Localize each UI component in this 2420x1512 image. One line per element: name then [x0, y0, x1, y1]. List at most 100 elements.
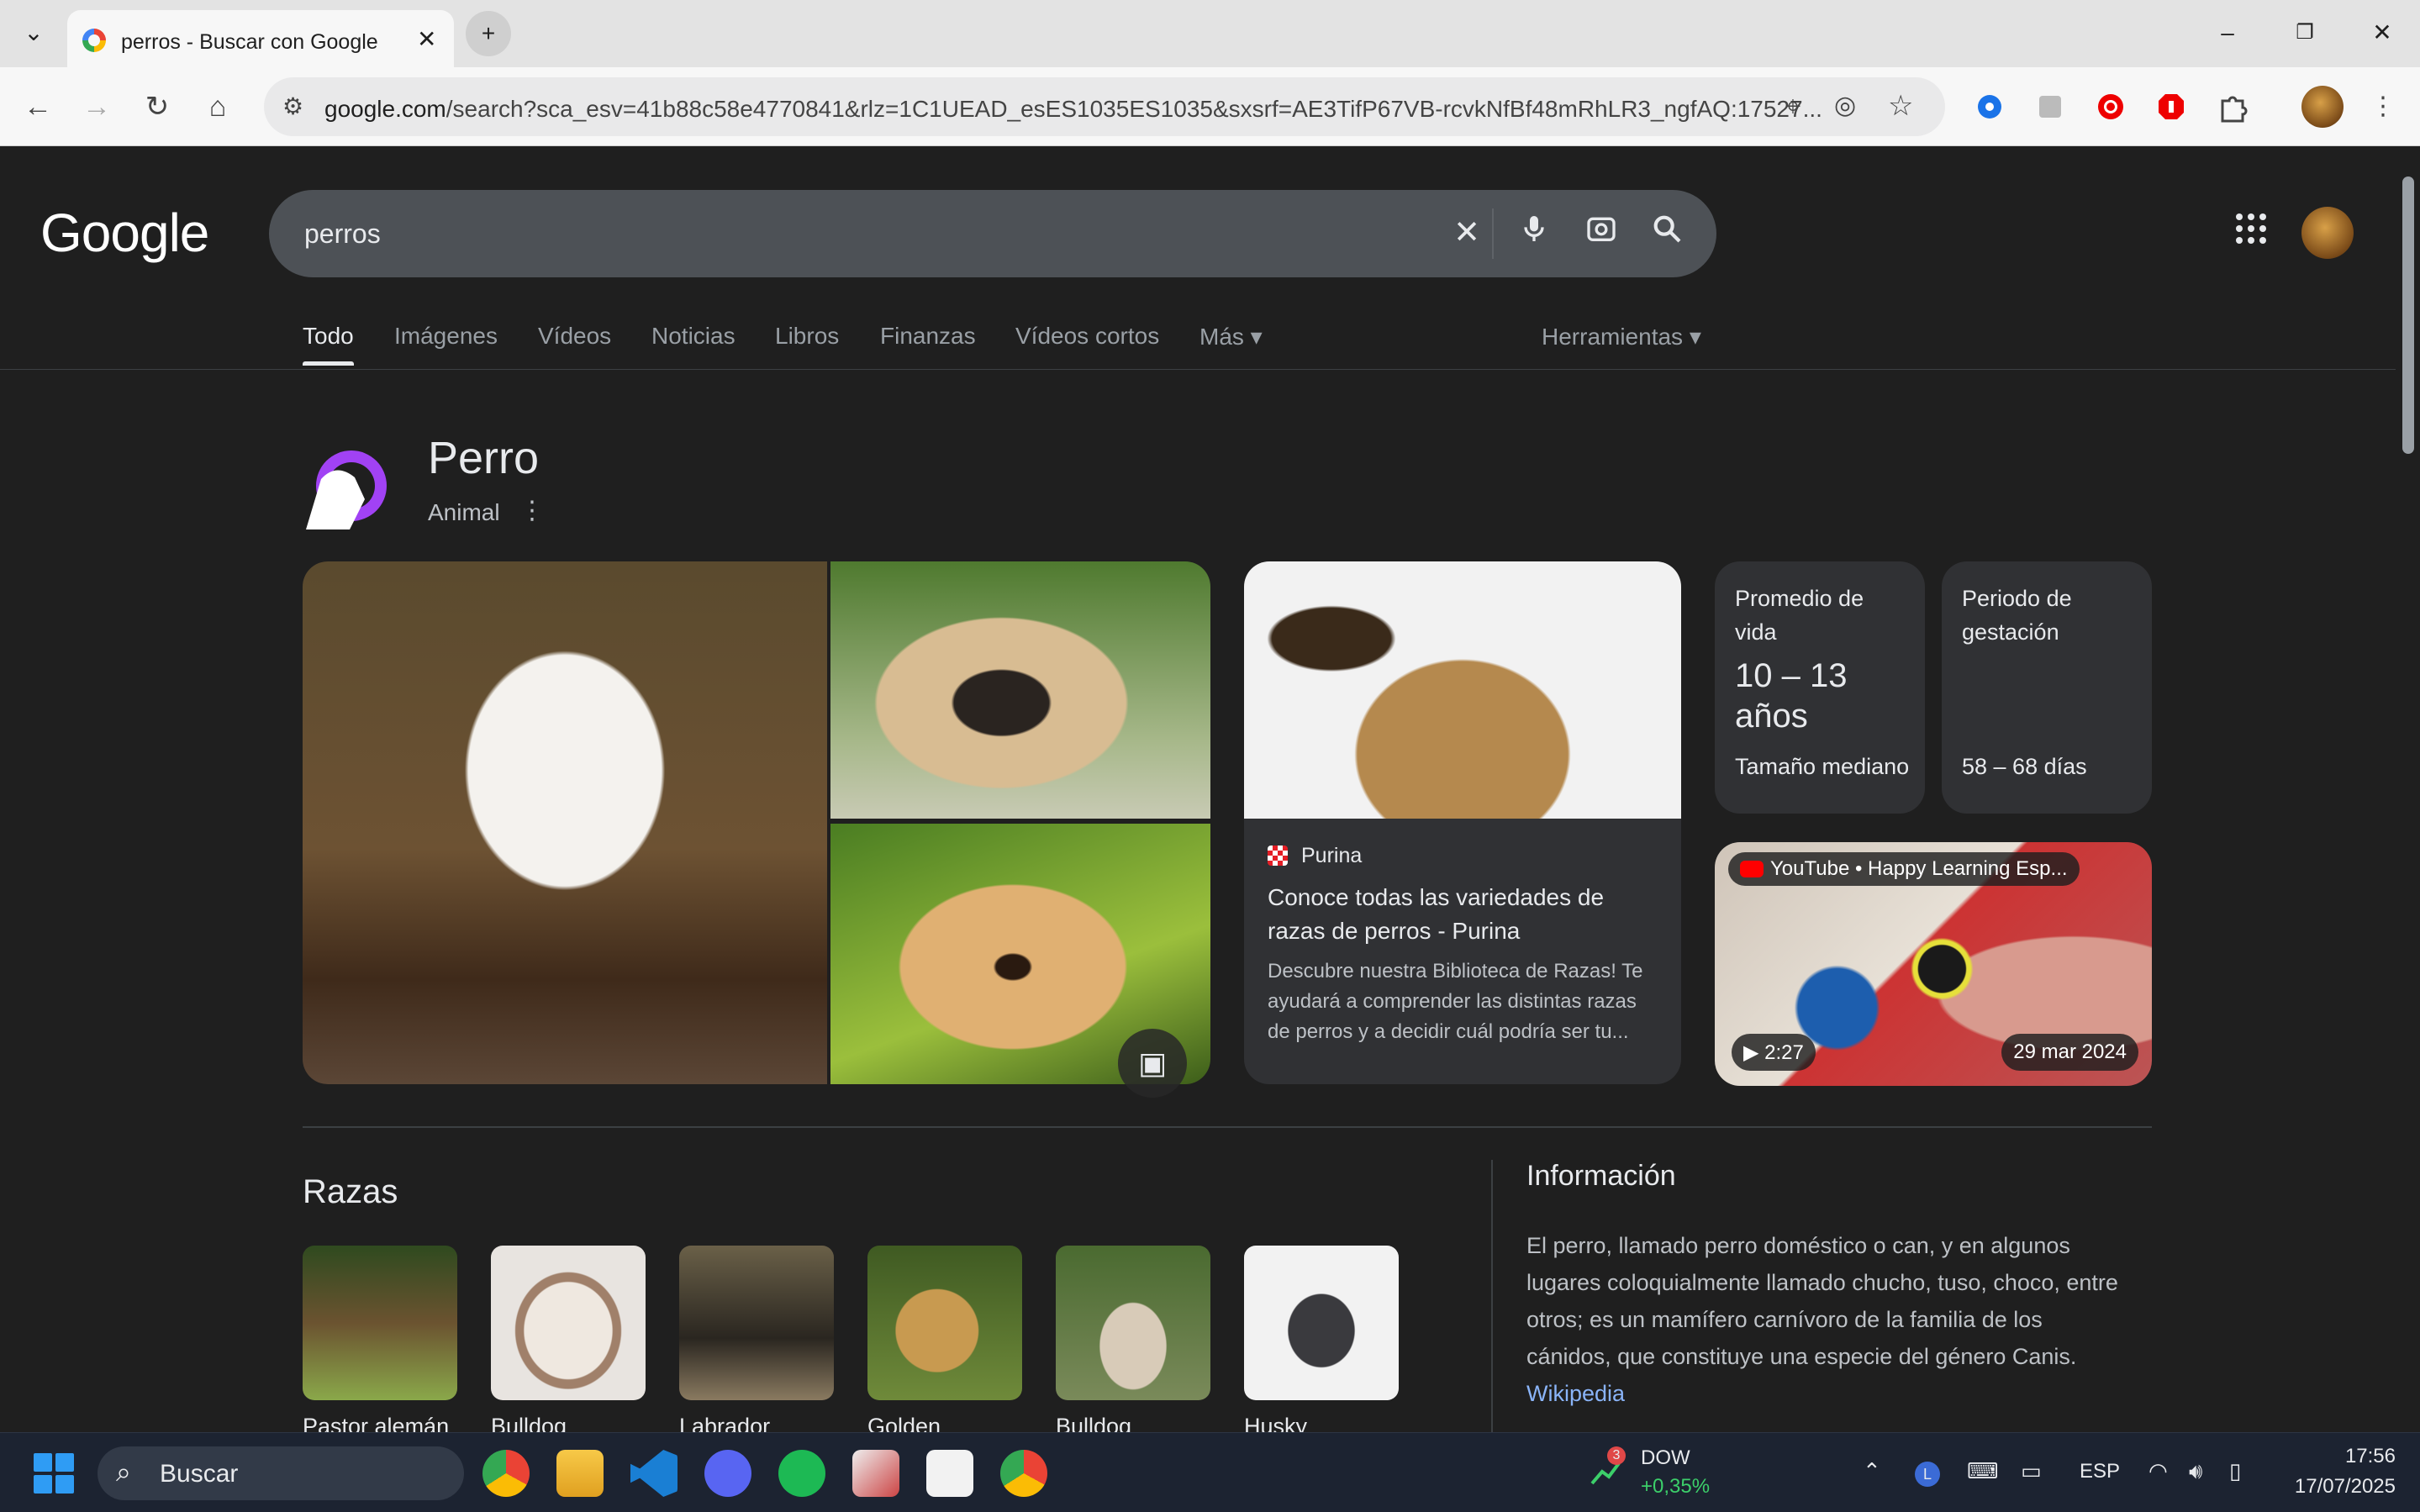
- windows-start-icon[interactable]: [34, 1453, 74, 1494]
- location-icon[interactable]: ⌖: [1785, 91, 1801, 123]
- profile-avatar[interactable]: [2301, 86, 2344, 128]
- stock-name[interactable]: DOW: [1641, 1446, 1690, 1470]
- breed-item[interactable]: Pastor alemán: [303, 1246, 457, 1432]
- scrollbar-thumb[interactable]: [2402, 176, 2414, 454]
- search-results-page: Google perros ✕ Todo Imágenes Vídeos Not…: [0, 146, 2396, 1432]
- tab-todo[interactable]: Todo: [303, 323, 354, 366]
- chrome-app-icon[interactable]: [482, 1450, 530, 1497]
- battery-icon[interactable]: ▯: [2229, 1458, 2241, 1484]
- tab-libros[interactable]: Libros: [775, 323, 839, 350]
- chrome-menu-icon[interactable]: ⋮: [2362, 86, 2404, 128]
- result-title[interactable]: Conoce todas las variedades de razas de …: [1268, 881, 1663, 948]
- extension-1-icon[interactable]: [1969, 86, 2011, 128]
- minimize-icon[interactable]: –: [2202, 12, 2253, 54]
- restore-icon[interactable]: ❐: [2280, 12, 2330, 54]
- animal-paw-icon: [303, 449, 390, 529]
- extension-2-icon[interactable]: [2029, 86, 2071, 128]
- file-explorer-icon[interactable]: [556, 1450, 604, 1497]
- breed-item[interactable]: Husky: [1244, 1246, 1399, 1432]
- forward-icon[interactable]: →: [76, 86, 118, 128]
- eye-off-icon[interactable]: ◎: [1834, 91, 1856, 120]
- fact-extra: Tamaño mediano: [1735, 754, 1910, 779]
- lens-search-icon[interactable]: [1580, 212, 1622, 254]
- show-hidden-icons-icon[interactable]: ⌃: [1863, 1458, 1881, 1484]
- search-input[interactable]: perros ✕: [269, 190, 1716, 277]
- language-bar-icon[interactable]: L: [1915, 1462, 1940, 1487]
- fact-value: 10 – 13 años: [1735, 657, 1848, 735]
- voice-search-icon[interactable]: [1513, 212, 1555, 254]
- snipping-tool-icon[interactable]: [852, 1450, 899, 1497]
- google-apps-icon[interactable]: [2236, 213, 2273, 250]
- video-source: YouTube • Happy Learning Esp...: [1728, 852, 2080, 886]
- address-bar[interactable]: ⚙ google.com/search?sca_esv=41b88c58e477…: [264, 77, 1945, 136]
- chrome-profile-icon[interactable]: [1000, 1450, 1047, 1497]
- pug-photo[interactable]: [830, 561, 1210, 819]
- video-duration: ▶ 2:27: [1732, 1034, 1816, 1071]
- page-scrollbar[interactable]: [2396, 146, 2420, 1432]
- wikipedia-link[interactable]: Wikipedia: [1526, 1381, 1625, 1406]
- view-images-icon[interactable]: ▣: [1118, 1029, 1187, 1098]
- tab-search-chevron-icon[interactable]: ⌄: [8, 12, 59, 54]
- breed-name: Bulldog: [1056, 1414, 1132, 1432]
- breed-name: Bulldog: [491, 1414, 567, 1432]
- extension-record-icon[interactable]: [2090, 86, 2132, 128]
- breed-thumbnail: [679, 1246, 834, 1400]
- extension-adblock-icon[interactable]: [2150, 86, 2192, 128]
- keyboard-icon[interactable]: ⌨: [1967, 1458, 1999, 1484]
- purina-favicon-icon: [1268, 846, 1288, 866]
- fact-label: Periodo de gestación: [1962, 586, 2072, 645]
- search-icon[interactable]: [1646, 212, 1688, 254]
- breed-item[interactable]: Labrador: [679, 1246, 834, 1432]
- browser-tab-active[interactable]: perros - Buscar con Google ✕: [67, 10, 454, 67]
- url-text: google.com/search?sca_esv=41b88c58e47708…: [324, 96, 1822, 122]
- breed-item[interactable]: Bulldog: [1056, 1246, 1210, 1432]
- tab-videos[interactable]: Vídeos: [538, 323, 611, 350]
- clock-date[interactable]: 17/07/2025: [2278, 1475, 2396, 1499]
- close-tab-icon[interactable]: ✕: [417, 25, 436, 53]
- wifi-icon[interactable]: ◠: [2148, 1458, 2168, 1484]
- tab-title: perros - Buscar con Google: [121, 30, 378, 54]
- extensions-puzzle-icon[interactable]: [2211, 86, 2253, 128]
- vscode-icon[interactable]: [630, 1450, 677, 1497]
- tab-mas[interactable]: Más ▾: [1199, 323, 1263, 350]
- breed-name: Husky: [1244, 1414, 1308, 1432]
- back-icon[interactable]: ←: [17, 86, 59, 128]
- chihuahua-photo[interactable]: [303, 561, 827, 1084]
- tab-finanzas[interactable]: Finanzas: [880, 323, 976, 350]
- spotify-icon[interactable]: [778, 1450, 825, 1497]
- touchpad-icon[interactable]: ▭: [2021, 1458, 2042, 1484]
- new-tab-button[interactable]: +: [466, 11, 511, 56]
- tools-button[interactable]: Herramientas ▾: [1542, 323, 1701, 350]
- stock-chart-icon[interactable]: 3: [1589, 1446, 1626, 1492]
- browser-toolbar: ← → ↻ ⌂ ⚙ google.com/search?sca_esv=41b8…: [0, 67, 2420, 146]
- site-settings-icon[interactable]: ⚙: [282, 92, 303, 120]
- purina-result-card[interactable]: Purina Conoce todas las variedades de ra…: [1244, 561, 1681, 1084]
- search-query[interactable]: perros: [304, 219, 381, 250]
- breeds-title: Razas: [303, 1173, 398, 1210]
- clear-search-icon[interactable]: ✕: [1446, 212, 1488, 254]
- tab-imagenes[interactable]: Imágenes: [394, 323, 498, 350]
- google-logo[interactable]: Google: [40, 202, 209, 264]
- taskbar-search[interactable]: ⌕ Buscar: [98, 1446, 464, 1500]
- search-divider: [1492, 208, 1494, 259]
- entity-subtitle: Animal: [428, 499, 500, 525]
- discord-icon[interactable]: [704, 1450, 751, 1497]
- home-icon[interactable]: ⌂: [197, 86, 239, 128]
- tab-videos-cortos[interactable]: Vídeos cortos: [1015, 323, 1159, 350]
- input-language[interactable]: ESP: [2080, 1460, 2120, 1483]
- tab-noticias[interactable]: Noticias: [651, 323, 735, 350]
- fact-card-lifespan[interactable]: Promedio de vida 10 – 13 años Tamaño med…: [1715, 561, 1925, 814]
- breed-name: Labrador: [679, 1414, 771, 1432]
- volume-icon[interactable]: 🔊︎: [2189, 1458, 2202, 1485]
- clock-time[interactable]: 17:56: [2312, 1445, 2396, 1468]
- breed-item[interactable]: Bulldog: [491, 1246, 646, 1432]
- bookmark-star-icon[interactable]: ☆: [1888, 89, 1913, 123]
- breed-item[interactable]: Golden: [867, 1246, 1022, 1432]
- reload-icon[interactable]: ↻: [136, 86, 178, 128]
- fact-card-gestation[interactable]: Periodo de gestación 58 – 68 días: [1942, 561, 2152, 814]
- video-result-card[interactable]: YouTube • Happy Learning Esp... ▶ 2:27 2…: [1715, 842, 2152, 1086]
- more-options-icon[interactable]: ⋮: [519, 496, 545, 525]
- notepad-icon[interactable]: [926, 1450, 973, 1497]
- close-window-icon[interactable]: ✕: [2357, 12, 2407, 54]
- account-avatar[interactable]: [2301, 207, 2354, 259]
